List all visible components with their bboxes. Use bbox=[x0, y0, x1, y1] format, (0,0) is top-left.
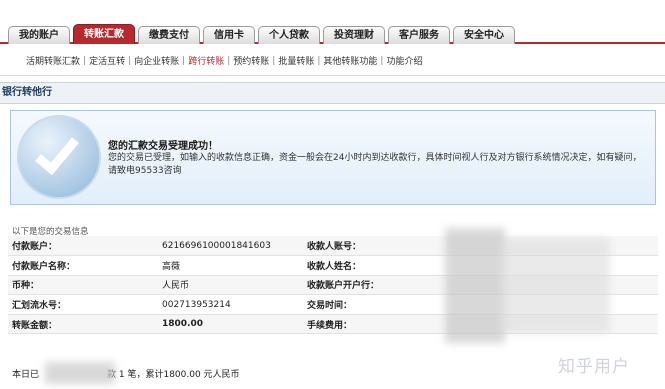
label-payee-bank: 收款账户开户行： bbox=[303, 275, 408, 296]
value-currency: 人民币 bbox=[158, 275, 303, 296]
watermark: 知乎用户 bbox=[558, 357, 630, 377]
label-transaction-time: 交易时间： bbox=[303, 294, 408, 315]
label-payer-name: 付款账户名称： bbox=[8, 255, 158, 276]
separator: | bbox=[380, 55, 384, 66]
redaction-blur bbox=[445, 228, 505, 343]
separator: | bbox=[128, 55, 132, 66]
separator: | bbox=[272, 55, 276, 66]
summary-prefix: 本日已 bbox=[12, 370, 40, 380]
separator: | bbox=[182, 55, 186, 66]
label-serial-number: 汇划流水号： bbox=[8, 294, 158, 315]
subnav-interbank[interactable]: 跨行转账 bbox=[188, 54, 224, 67]
top-tab-bar: 我的账户 转账汇款 缴费支付 信用卡 个人贷款 投资理财 客户服务 安全中心 bbox=[0, 0, 665, 44]
separator: | bbox=[227, 55, 231, 66]
label-transfer-amount: 转账金额： bbox=[8, 314, 158, 335]
label-payee-account: 收款人账号： bbox=[303, 236, 408, 257]
sub-navigation: 活期转账汇款 | 定活互转 | 向企业转账 | 跨行转账 | 预约转账 | 批量… bbox=[0, 46, 665, 76]
subnav-to-enterprise[interactable]: 向企业转账 bbox=[134, 54, 179, 67]
subnav-fixed-current[interactable]: 定活互转 bbox=[89, 54, 125, 67]
success-message-box: 您的汇款交易受理成功！ 您的交易已受理，如输入的收款信息正确，资金一般会在24小… bbox=[10, 110, 656, 205]
tab-personal-loan[interactable]: 个人贷款 bbox=[258, 26, 320, 44]
redaction-blur bbox=[45, 362, 115, 384]
value-payer-name: 高薇 bbox=[158, 255, 303, 276]
label-fee: 手续费用： bbox=[303, 314, 408, 335]
redaction-blur bbox=[500, 238, 610, 333]
label-currency: 币种： bbox=[8, 275, 158, 296]
value-serial-number: 002713953214 bbox=[158, 294, 303, 315]
subnav-introduction[interactable]: 功能介绍 bbox=[386, 54, 422, 67]
summary-middle: 款 1 笔，累计1800.00 元人民币 bbox=[107, 370, 240, 380]
separator: | bbox=[317, 55, 321, 66]
tab-transfer[interactable]: 转账汇款 bbox=[73, 24, 135, 44]
tab-credit-card[interactable]: 信用卡 bbox=[203, 26, 255, 44]
label-payee-name: 收款人姓名： bbox=[303, 255, 408, 276]
label-payer-account: 付款账户： bbox=[8, 236, 158, 257]
tab-customer-service[interactable]: 客户服务 bbox=[388, 26, 450, 44]
main-tabs: 我的账户 转账汇款 缴费支付 信用卡 个人贷款 投资理财 客户服务 安全中心 bbox=[8, 24, 515, 44]
tab-payment[interactable]: 缴费支付 bbox=[138, 26, 200, 44]
success-check-icon bbox=[17, 115, 101, 199]
value-transfer-amount: 1800.00 bbox=[158, 314, 303, 335]
tab-my-account[interactable]: 我的账户 bbox=[8, 26, 70, 44]
tab-security-center[interactable]: 安全中心 bbox=[453, 26, 515, 44]
value-payer-account: 6216696100001841603 bbox=[158, 236, 303, 257]
subnav-current-transfer[interactable]: 活期转账汇款 bbox=[26, 54, 80, 67]
subnav-scheduled[interactable]: 预约转账 bbox=[233, 54, 269, 67]
separator: | bbox=[83, 55, 87, 66]
success-title: 您的汇款交易受理成功！ bbox=[108, 141, 218, 152]
subnav-batch[interactable]: 批量转账 bbox=[278, 54, 314, 67]
success-body: 您的交易已受理，如输入的收款信息正确，资金一般会在24小时内到达收款行，具体时间… bbox=[108, 153, 642, 176]
section-title: 银行转他行 bbox=[0, 82, 665, 104]
tab-investment[interactable]: 投资理财 bbox=[323, 26, 385, 44]
subnav-other-functions[interactable]: 其他转账功能 bbox=[323, 54, 377, 67]
checkmark-icon bbox=[35, 128, 79, 176]
